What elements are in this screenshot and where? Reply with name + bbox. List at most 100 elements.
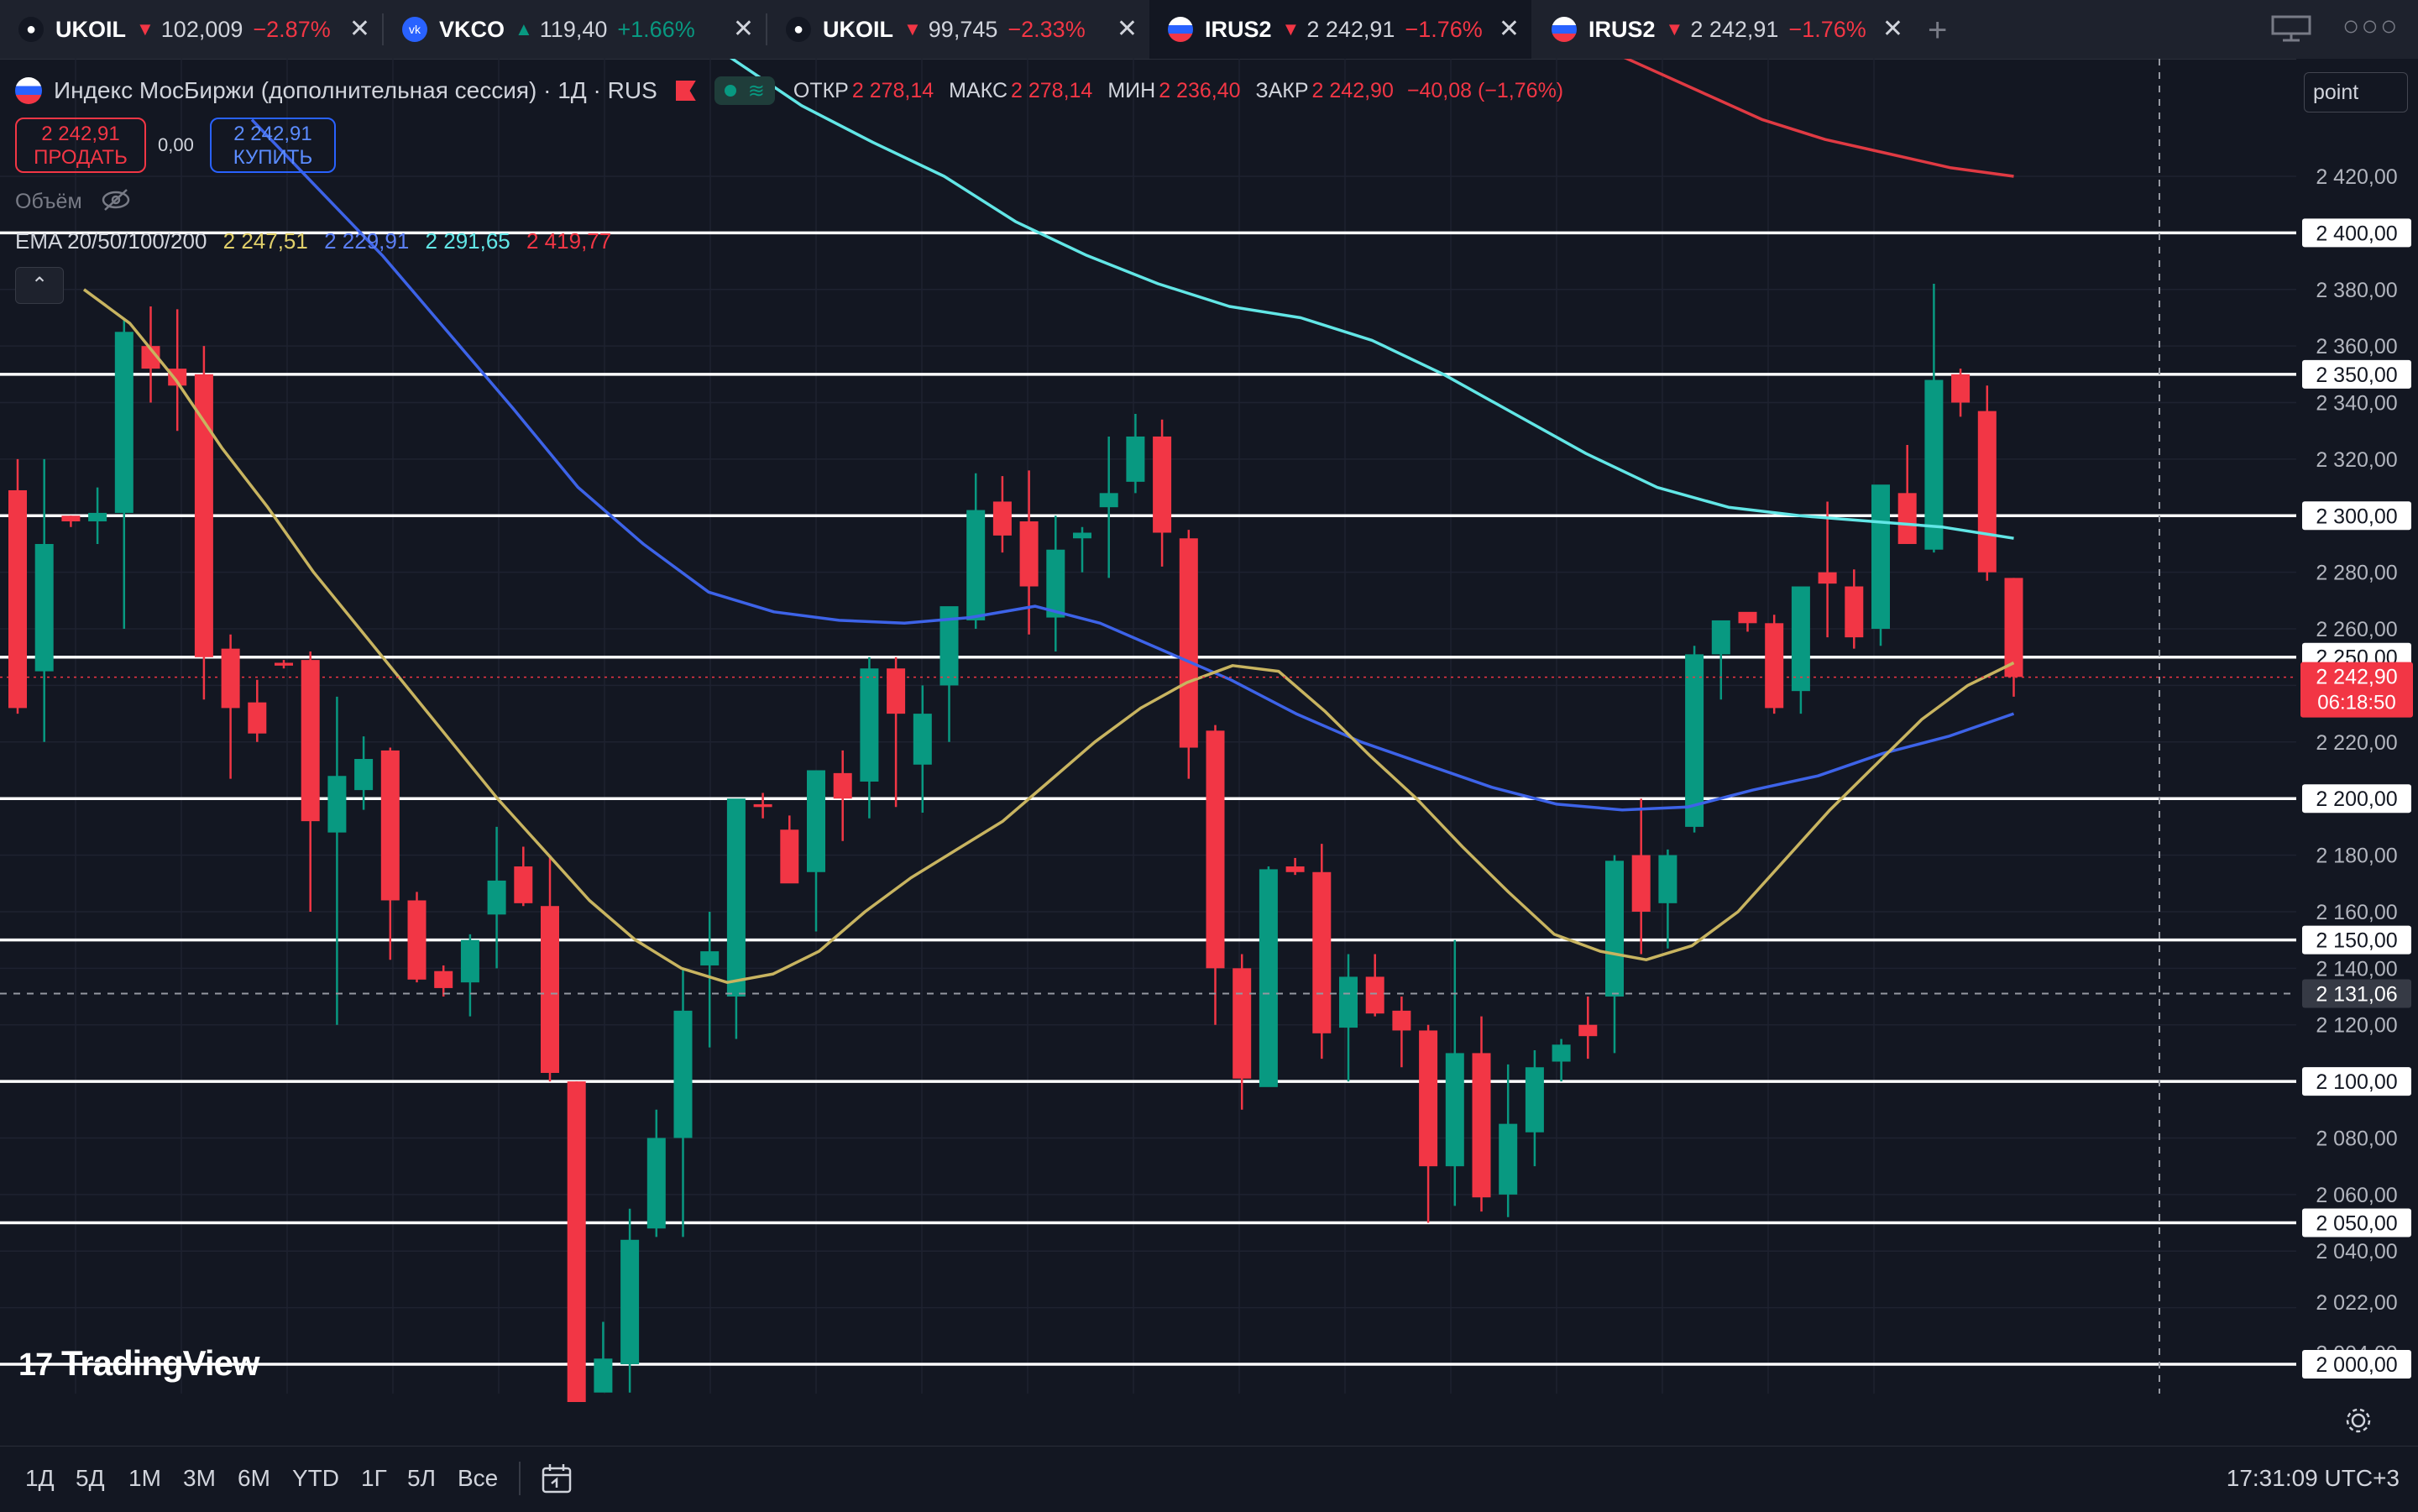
- candle-body: [594, 1358, 613, 1393]
- ema-legend[interactable]: EMA 20/50/100/200 2 247,51 2 229,91 2 29…: [15, 228, 611, 254]
- down-arrow-icon: ▼: [903, 18, 922, 39]
- close-label: ЗАКР: [1255, 78, 1309, 102]
- candle-body: [1845, 586, 1864, 638]
- tab-irus2-active[interactable]: IRUS2 ▼ 2 242,91 −1.76% ✕: [1149, 0, 1531, 59]
- price-tick-label: 2 120,00: [2316, 1014, 2397, 1038]
- candle-body: [1552, 1044, 1571, 1062]
- candle-body: [646, 1138, 666, 1229]
- candle-body: [88, 512, 107, 522]
- up-arrow-icon: ▲: [515, 18, 533, 39]
- candle-body: [620, 1239, 640, 1364]
- tab-change: −1.76%: [1788, 16, 1866, 42]
- price-axis[interactable]: 2 420,00 2 400,00 2 380,00 2 360,00 2 350,00…: [2296, 59, 2418, 1394]
- range-5d[interactable]: 5Д: [76, 1465, 105, 1492]
- candle-body: [913, 714, 932, 765]
- calendar-icon[interactable]: [540, 1462, 573, 1495]
- level-price-label: 2 350,00: [2316, 364, 2397, 387]
- close-icon[interactable]: ✕: [1882, 14, 1903, 44]
- candle-body: [248, 702, 267, 734]
- down-arrow-icon: ▼: [1281, 18, 1301, 39]
- range-5y[interactable]: 5Л: [407, 1465, 436, 1492]
- crosshair: [0, 59, 2296, 1394]
- tab-ukoil-1[interactable]: ● UKOIL ▼ 102,009 −2.87% ✕: [0, 0, 382, 59]
- candle-body: [1285, 866, 1305, 872]
- sell-button[interactable]: 2 242,91 ПРОДАТЬ: [15, 118, 146, 173]
- drop-icon: ●: [18, 17, 44, 42]
- range-1y[interactable]: 1Г: [361, 1465, 387, 1492]
- sell-label: ПРОДАТЬ: [34, 146, 128, 169]
- candle-body: [1179, 538, 1198, 748]
- level-price-label: 2 000,00: [2316, 1353, 2397, 1377]
- tab-vkco[interactable]: vk VKCO ▲ 119,40 +1.66% ✕: [384, 0, 766, 59]
- tab-symbol: VKCO: [439, 16, 505, 42]
- layout-icon[interactable]: [2271, 15, 2311, 42]
- tab-irus2[interactable]: IRUS2 ▼ 2 242,91 −1.76% ✕: [1533, 0, 1915, 59]
- point-input[interactable]: [2304, 72, 2408, 112]
- low-label: МИН: [1107, 78, 1156, 102]
- add-tab-icon[interactable]: +: [1928, 12, 1947, 50]
- high-value: 2 278,14: [1011, 78, 1093, 102]
- range-1m[interactable]: 1М: [128, 1465, 161, 1492]
- eye-off-icon[interactable]: [101, 188, 131, 212]
- range-1d[interactable]: 1Д: [25, 1465, 55, 1492]
- candle-body: [380, 750, 400, 901]
- buy-button[interactable]: 2 242,91 КУПИТЬ: [210, 118, 336, 173]
- candle-body: [1419, 1030, 1438, 1167]
- price-chart[interactable]: 2 420,00 2 400,00 2 380,00 2 360,00 2 350,00…: [0, 59, 2418, 1402]
- candle-body: [1099, 493, 1118, 508]
- low-value: 2 236,40: [1159, 78, 1241, 102]
- collapse-legend-button[interactable]: ⌃: [15, 267, 64, 304]
- down-arrow-icon: ▼: [1665, 18, 1684, 39]
- gear-icon[interactable]: [2344, 1406, 2373, 1435]
- range-ytd[interactable]: YTD: [292, 1465, 339, 1492]
- level-price-label: 2 400,00: [2316, 222, 2397, 245]
- ema-lines: [82, 59, 2015, 984]
- tab-symbol: IRUS2: [1205, 16, 1272, 42]
- candle-body: [1738, 611, 1757, 624]
- tab-price: 2 242,91: [1306, 16, 1395, 42]
- candle-body: [1685, 654, 1704, 827]
- clock[interactable]: 17:31:09 UTC+3: [2227, 1465, 2400, 1492]
- level-price-label: 2 200,00: [2316, 787, 2397, 811]
- tab-bar: ● UKOIL ▼ 102,009 −2.87% ✕ vk VKCO ▲ 119…: [0, 0, 2418, 60]
- more-icon[interactable]: ○○○: [2342, 10, 2400, 43]
- range-all[interactable]: Все: [458, 1465, 498, 1492]
- candle-body: [1206, 730, 1225, 969]
- candle-body: [1525, 1067, 1544, 1133]
- level-price-label: 2 050,00: [2316, 1212, 2397, 1236]
- candle-body: [1605, 861, 1624, 997]
- range-3m[interactable]: 3М: [183, 1465, 216, 1492]
- candle-body: [407, 900, 427, 980]
- range-6m[interactable]: 6М: [238, 1465, 270, 1492]
- candle-body: [992, 501, 1012, 536]
- countdown-label: 06:18:50: [2317, 692, 2395, 714]
- level-price-label: 2 100,00: [2316, 1070, 2397, 1094]
- ema-label: EMA 20/50/100/200: [15, 228, 207, 254]
- candle-body: [327, 776, 347, 833]
- candle-body: [1897, 493, 1917, 544]
- candle-body: [1977, 411, 1997, 573]
- candle-body: [1259, 869, 1278, 1087]
- candle-body: [1365, 976, 1384, 1014]
- change-value: −40,08 (−1,76%): [1406, 78, 1564, 102]
- symbol-title[interactable]: Индекс МосБиржи (дополнительная сессия) …: [54, 77, 657, 104]
- candle-body: [1153, 436, 1172, 533]
- price-tick-label: 2 260,00: [2316, 618, 2397, 641]
- candle-body: [1126, 436, 1145, 482]
- russia-flag-icon: [1168, 17, 1193, 42]
- candle-body: [61, 515, 81, 522]
- price-tick-label: 2 280,00: [2316, 562, 2397, 585]
- open-label: ОТКР: [793, 78, 849, 102]
- close-icon[interactable]: ✕: [733, 14, 754, 44]
- symbol-legend: Индекс МосБиржи (дополнительная сессия) …: [15, 74, 1573, 107]
- tab-change: −2.87%: [253, 16, 331, 42]
- close-icon[interactable]: ✕: [1117, 14, 1138, 44]
- tab-ukoil-2[interactable]: ● UKOIL ▼ 99,745 −2.33% ✕: [767, 0, 1149, 59]
- close-icon[interactable]: ✕: [1499, 14, 1520, 44]
- flag-marker-icon[interactable]: [675, 81, 696, 101]
- buy-label: КУПИТЬ: [233, 146, 313, 169]
- candle-body: [1339, 976, 1358, 1028]
- price-tick-label: 2 140,00: [2316, 957, 2397, 981]
- volume-label[interactable]: Объём: [15, 190, 82, 214]
- close-icon[interactable]: ✕: [349, 14, 370, 44]
